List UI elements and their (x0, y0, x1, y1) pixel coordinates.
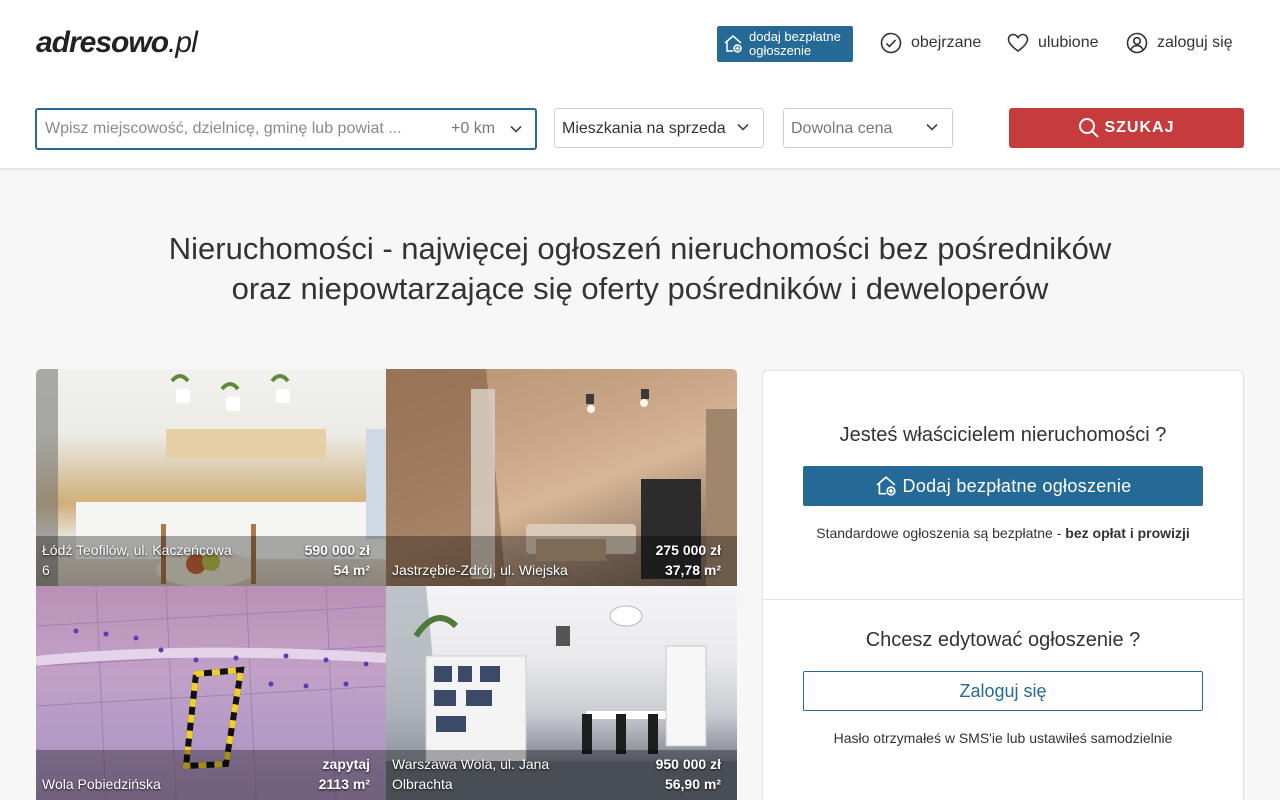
search-button-label: SZUKAJ (1104, 119, 1175, 136)
owner-panel-note: Standardowe ogłoszenia są bezpłatne - be… (763, 525, 1243, 541)
radius-value[interactable]: +0 km (451, 120, 495, 138)
panel-divider (763, 599, 1243, 600)
featured-listings-grid: Łódź Teofilów, ul. Kaczeńcowa 6 590 000 … (36, 369, 737, 800)
listing-location: Wola Pobiedzińska (42, 776, 161, 792)
nav-favorites-label: ulubione (1038, 34, 1099, 51)
add-listing-label-line1: dodaj bezpłatne (749, 29, 841, 44)
listing-price: 590 000 zł (304, 542, 370, 558)
listing-price-area: 275 000 zł 37,78 m² (656, 540, 721, 580)
listing-price: zapytaj (322, 756, 370, 772)
nav-login[interactable]: zaloguj się (1126, 31, 1233, 55)
listing-price: 950 000 zł (655, 756, 721, 772)
listing-card[interactable]: Jastrzębie-Zdrój, ul. Wiejska 275 000 zł… (386, 369, 737, 586)
page-headline: Nieruchomości - najwięcej ogłoszeń nieru… (0, 229, 1280, 309)
listing-price-area: 950 000 zł 56,90 m² (656, 754, 721, 794)
nav-viewed[interactable]: obejrzane (880, 31, 981, 55)
listing-price: 275 000 zł (655, 542, 721, 558)
chevron-down-icon[interactable] (509, 122, 523, 136)
location-search-box: +0 km (35, 108, 537, 150)
listing-location: Jastrzębie-Zdrój, ul. Wiejska (392, 562, 568, 578)
listing-area: 56,90 m² (664, 776, 721, 792)
nav-login-label: zaloguj się (1157, 34, 1233, 51)
heart-icon (1007, 33, 1029, 52)
listing-location: Warszawa Wola, ul. Jana Olbrachta (392, 756, 550, 792)
chevron-down-icon (926, 123, 938, 131)
headline-line-1: Nieruchomości - najwięcej ogłoszeń nieru… (168, 231, 1112, 266)
house-plus-icon (876, 476, 896, 496)
category-select-value: Mieszkania na sprzeda (562, 120, 726, 137)
listing-card[interactable]: Warszawa Wola, ul. Jana Olbrachta 950 00… (386, 586, 737, 800)
site-header: adresowo.pl dodaj bezpłatne ogłoszenie o… (0, 0, 1280, 169)
listing-area: 37,78 m² (664, 562, 721, 578)
add-free-listing-label: Dodaj bezpłatne ogłoszenie (902, 475, 1132, 496)
listing-card[interactable]: Łódź Teofilów, ul. Kaczeńcowa 6 590 000 … (36, 369, 386, 586)
owner-actions-panel: Jesteś właścicielem nieruchomości ? Doda… (762, 370, 1244, 800)
listing-area: 54 m² (333, 562, 370, 578)
nav-viewed-label: obejrzane (911, 34, 982, 51)
listing-price-area: 590 000 zł 54 m² (305, 540, 370, 580)
listing-card[interactable]: Wola Pobiedzińska zapytaj 2113 m² (36, 586, 386, 800)
logo-tld: .pl (168, 26, 198, 59)
listing-price-area: zapytaj 2113 m² (319, 754, 370, 794)
headline-line-2: oraz niepowtarzające się oferty pośredni… (231, 271, 1049, 306)
edit-panel-note: Hasło otrzymałeś w SMS'ie lub ustawiłeś … (833, 730, 1173, 746)
login-button[interactable]: Zaloguj się (803, 671, 1203, 711)
site-logo[interactable]: adresowo.pl (36, 26, 198, 60)
listing-area: 2113 m² (318, 776, 370, 792)
check-circle-icon (880, 32, 902, 54)
location-search-input[interactable] (45, 118, 435, 140)
edit-panel-title: Chcesz edytować ogłoszenie ? (865, 629, 1141, 651)
nav-favorites[interactable]: ulubione (1007, 31, 1099, 55)
listing-location: Łódź Teofilów, ul. Kaczeńcowa 6 (42, 542, 232, 578)
logo-main: adresowo (36, 26, 169, 59)
add-free-listing-button[interactable]: Dodaj bezpłatne ogłoszenie (803, 466, 1203, 506)
owner-panel-title: Jesteś właścicielem nieruchomości ? (839, 424, 1167, 446)
add-listing-button[interactable]: dodaj bezpłatne ogłoszenie (717, 26, 853, 62)
house-plus-icon (724, 35, 742, 53)
category-select[interactable]: Mieszkania na sprzeda (554, 108, 764, 148)
login-button-label: Zaloguj się (959, 680, 1047, 701)
add-listing-label-line2: ogłoszenie (749, 43, 812, 58)
price-select-value: Dowolna cena (791, 120, 893, 137)
chevron-down-icon (737, 123, 749, 131)
owner-panel-note-bold: bez opłat i prowizji (1065, 525, 1190, 541)
user-circle-icon (1126, 32, 1148, 54)
owner-panel-note-text: Standardowe ogłoszenia są bezpłatne - (816, 525, 1066, 541)
search-icon (1079, 118, 1100, 138)
price-select[interactable]: Dowolna cena (783, 108, 953, 148)
search-button[interactable]: SZUKAJ (1009, 108, 1244, 148)
